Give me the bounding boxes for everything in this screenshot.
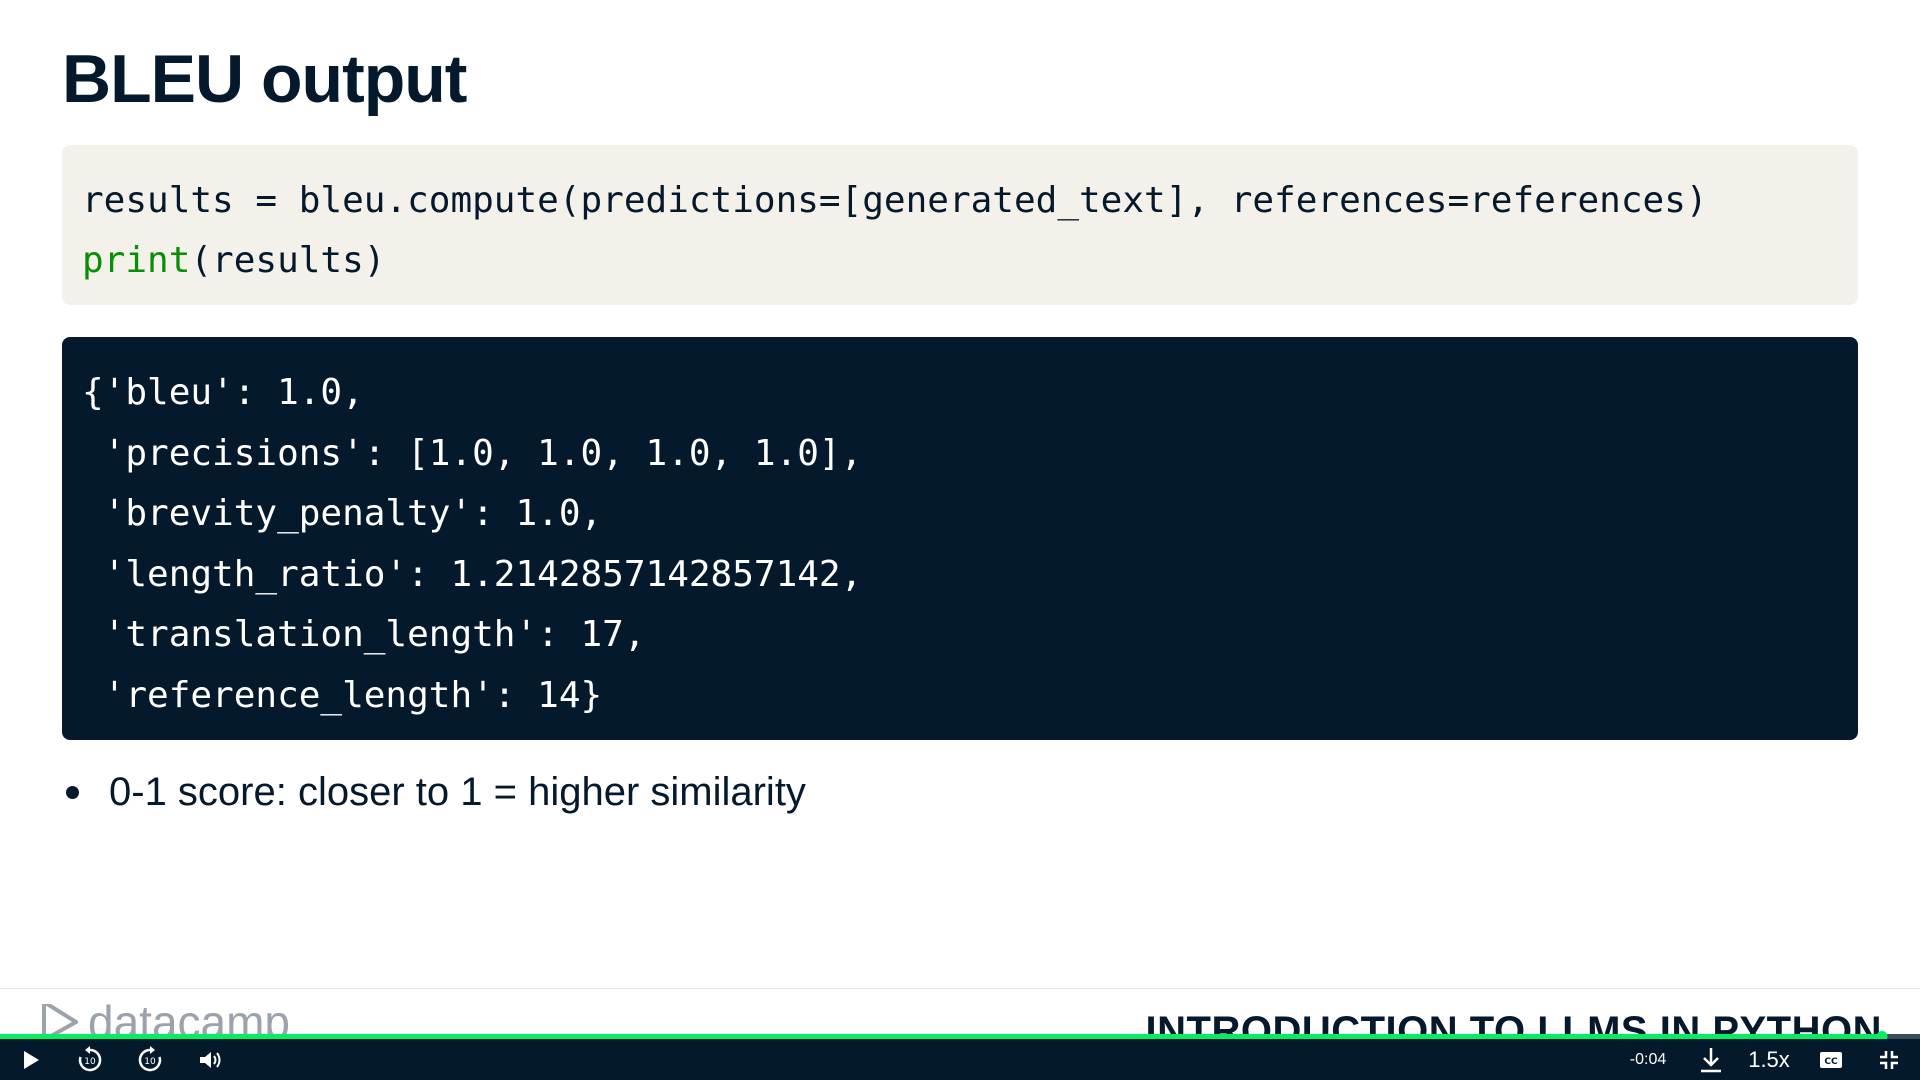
rewind-10-button[interactable]: 10: [72, 1039, 108, 1080]
print-keyword: print: [82, 240, 191, 281]
output-line: {'bleu': 1.0,: [82, 372, 364, 413]
list-item: 0-1 score: closer to 1 = higher similari…: [66, 770, 806, 815]
forward-10-icon: 10: [138, 1045, 162, 1071]
captions-icon: CC: [1820, 1051, 1842, 1068]
volume-icon: [200, 1051, 221, 1068]
captions-button[interactable]: CC: [1814, 1039, 1848, 1080]
play-icon: [24, 1050, 39, 1069]
code-line-2: print(results): [82, 231, 1838, 291]
svg-text:CC: CC: [1824, 1057, 1838, 1067]
video-player-controls: 10 10 -0:04 1.5x CC: [0, 1039, 1920, 1080]
play-button[interactable]: [14, 1039, 48, 1080]
time-remaining: -0:04: [1629, 1050, 1667, 1068]
slide-title: BLEU output: [62, 41, 467, 117]
output-line: 'brevity_penalty': 1.0,: [82, 493, 603, 534]
download-button[interactable]: [1694, 1039, 1728, 1080]
playback-speed-button[interactable]: 1.5x: [1744, 1039, 1794, 1080]
forward-10-button[interactable]: 10: [132, 1039, 168, 1080]
exit-fullscreen-button[interactable]: [1872, 1039, 1906, 1080]
svg-text:10: 10: [144, 1057, 156, 1067]
output-line: 'precisions': [1.0, 1.0, 1.0, 1.0],: [82, 432, 863, 474]
code-input-block: results = bleu.compute(predictions=[gene…: [62, 145, 1858, 305]
bullet-dot-icon: [66, 786, 79, 799]
code-line-1: results = bleu.compute(predictions=[gene…: [82, 180, 1708, 221]
svg-text:10: 10: [84, 1057, 96, 1067]
footer-divider: [0, 988, 1920, 989]
download-icon: [1701, 1047, 1721, 1072]
output-line: 'reference_length': 14}: [82, 674, 603, 716]
code-output-block: {'bleu': 1.0, 'precisions': [1.0, 1.0, 1…: [62, 337, 1858, 740]
output-line: 'length_ratio': 1.2142857142857142,: [82, 553, 863, 595]
output-line: 'translation_length': 17,: [82, 614, 646, 655]
rewind-10-icon: 10: [78, 1045, 102, 1071]
bullet-text: 0-1 score: closer to 1 = higher similari…: [109, 770, 806, 814]
bullet-list: 0-1 score: closer to 1 = higher similari…: [66, 770, 806, 815]
exit-fullscreen-icon: [1880, 1050, 1898, 1069]
volume-button[interactable]: [194, 1039, 228, 1080]
print-args: (results): [190, 240, 386, 281]
